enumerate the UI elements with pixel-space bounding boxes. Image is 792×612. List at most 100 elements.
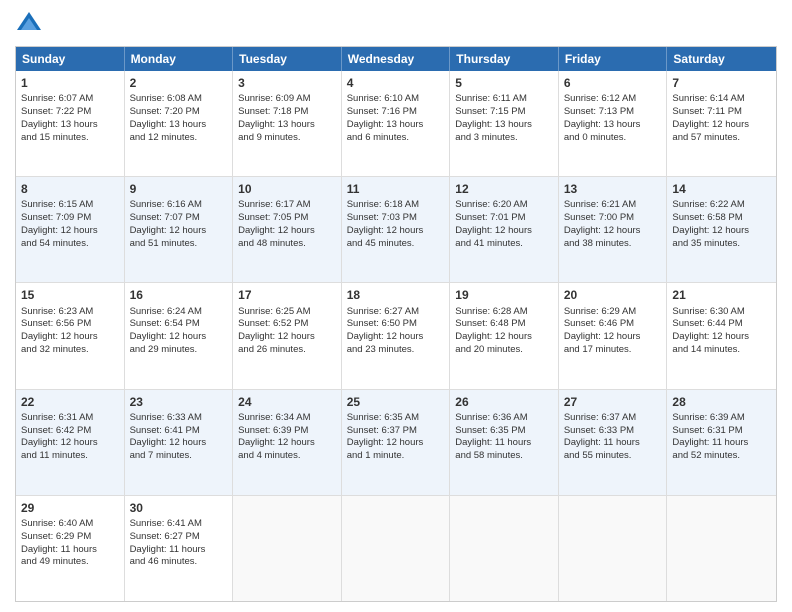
calendar-cell: 19Sunrise: 6:28 AMSunset: 6:48 PMDayligh… — [450, 283, 559, 388]
day-info-line: and 38 minutes. — [564, 238, 662, 251]
day-info-line: Daylight: 12 hours — [238, 225, 336, 238]
day-info-line: Sunset: 6:44 PM — [672, 318, 771, 331]
day-number: 13 — [564, 181, 662, 197]
day-info-line: Sunset: 7:13 PM — [564, 106, 662, 119]
calendar-cell: 9Sunrise: 6:16 AMSunset: 7:07 PMDaylight… — [125, 177, 234, 282]
day-info-line: Sunset: 7:03 PM — [347, 212, 445, 225]
day-number: 21 — [672, 287, 771, 303]
day-info-line: Daylight: 12 hours — [21, 331, 119, 344]
calendar: SundayMondayTuesdayWednesdayThursdayFrid… — [15, 46, 777, 602]
calendar-cell: 17Sunrise: 6:25 AMSunset: 6:52 PMDayligh… — [233, 283, 342, 388]
day-number: 26 — [455, 394, 553, 410]
day-info-line: and 26 minutes. — [238, 344, 336, 357]
day-info-line: and 1 minute. — [347, 450, 445, 463]
day-number: 12 — [455, 181, 553, 197]
day-info-line: Daylight: 12 hours — [21, 225, 119, 238]
calendar-row: 15Sunrise: 6:23 AMSunset: 6:56 PMDayligh… — [16, 283, 776, 389]
day-info-line: and 4 minutes. — [238, 450, 336, 463]
calendar-cell: 16Sunrise: 6:24 AMSunset: 6:54 PMDayligh… — [125, 283, 234, 388]
calendar-cell: 13Sunrise: 6:21 AMSunset: 7:00 PMDayligh… — [559, 177, 668, 282]
calendar-row: 22Sunrise: 6:31 AMSunset: 6:42 PMDayligh… — [16, 390, 776, 496]
day-info-line: Sunset: 6:56 PM — [21, 318, 119, 331]
calendar-cell-empty — [559, 496, 668, 601]
day-info-line: Sunrise: 6:16 AM — [130, 199, 228, 212]
day-info-line: and 35 minutes. — [672, 238, 771, 251]
day-number: 17 — [238, 287, 336, 303]
day-info-line: and 12 minutes. — [130, 132, 228, 145]
page: SundayMondayTuesdayWednesdayThursdayFrid… — [0, 0, 792, 612]
calendar-cell: 18Sunrise: 6:27 AMSunset: 6:50 PMDayligh… — [342, 283, 451, 388]
day-info-line: and 55 minutes. — [564, 450, 662, 463]
calendar-cell: 14Sunrise: 6:22 AMSunset: 6:58 PMDayligh… — [667, 177, 776, 282]
day-info-line: and 15 minutes. — [21, 132, 119, 145]
day-info-line: and 20 minutes. — [455, 344, 553, 357]
calendar-cell: 3Sunrise: 6:09 AMSunset: 7:18 PMDaylight… — [233, 71, 342, 176]
calendar-cell: 26Sunrise: 6:36 AMSunset: 6:35 PMDayligh… — [450, 390, 559, 495]
calendar-cell-empty — [233, 496, 342, 601]
calendar-row: 29Sunrise: 6:40 AMSunset: 6:29 PMDayligh… — [16, 496, 776, 601]
day-number: 14 — [672, 181, 771, 197]
day-info-line: Daylight: 12 hours — [347, 331, 445, 344]
day-info-line: Sunset: 7:20 PM — [130, 106, 228, 119]
day-info-line: Sunset: 6:39 PM — [238, 425, 336, 438]
day-info-line: Sunrise: 6:29 AM — [564, 306, 662, 319]
day-info-line: Sunrise: 6:17 AM — [238, 199, 336, 212]
day-info-line: Sunrise: 6:14 AM — [672, 93, 771, 106]
calendar-cell: 30Sunrise: 6:41 AMSunset: 6:27 PMDayligh… — [125, 496, 234, 601]
day-info-line: Daylight: 12 hours — [455, 331, 553, 344]
day-info-line: Sunset: 7:18 PM — [238, 106, 336, 119]
calendar-cell: 5Sunrise: 6:11 AMSunset: 7:15 PMDaylight… — [450, 71, 559, 176]
day-info-line: Sunset: 7:09 PM — [21, 212, 119, 225]
day-info-line: and 6 minutes. — [347, 132, 445, 145]
day-info-line: Daylight: 12 hours — [238, 331, 336, 344]
day-info-line: Daylight: 12 hours — [455, 225, 553, 238]
calendar-cell: 1Sunrise: 6:07 AMSunset: 7:22 PMDaylight… — [16, 71, 125, 176]
day-info-line: Sunrise: 6:09 AM — [238, 93, 336, 106]
day-number: 23 — [130, 394, 228, 410]
calendar-cell: 8Sunrise: 6:15 AMSunset: 7:09 PMDaylight… — [16, 177, 125, 282]
day-info-line: Sunrise: 6:07 AM — [21, 93, 119, 106]
day-info-line: and 45 minutes. — [347, 238, 445, 251]
day-info-line: Daylight: 13 hours — [238, 119, 336, 132]
day-info-line: Sunrise: 6:21 AM — [564, 199, 662, 212]
day-info-line: Daylight: 12 hours — [130, 437, 228, 450]
day-number: 29 — [21, 500, 119, 516]
calendar-row: 1Sunrise: 6:07 AMSunset: 7:22 PMDaylight… — [16, 71, 776, 177]
day-number: 4 — [347, 75, 445, 91]
day-info-line: Daylight: 12 hours — [238, 437, 336, 450]
day-info-line: Sunrise: 6:22 AM — [672, 199, 771, 212]
calendar-header-cell: Friday — [559, 47, 668, 71]
day-info-line: Sunset: 6:41 PM — [130, 425, 228, 438]
day-info-line: Sunset: 7:07 PM — [130, 212, 228, 225]
day-info-line: Sunset: 6:33 PM — [564, 425, 662, 438]
logo-icon — [15, 10, 43, 38]
day-info-line: and 58 minutes. — [455, 450, 553, 463]
day-number: 11 — [347, 181, 445, 197]
day-info-line: Daylight: 12 hours — [672, 119, 771, 132]
calendar-cell: 29Sunrise: 6:40 AMSunset: 6:29 PMDayligh… — [16, 496, 125, 601]
day-info-line: and 29 minutes. — [130, 344, 228, 357]
day-info-line: Sunset: 7:11 PM — [672, 106, 771, 119]
day-info-line: Daylight: 12 hours — [21, 437, 119, 450]
calendar-header-cell: Wednesday — [342, 47, 451, 71]
day-info-line: Daylight: 12 hours — [564, 225, 662, 238]
day-info-line: and 7 minutes. — [130, 450, 228, 463]
day-info-line: Sunset: 6:29 PM — [21, 531, 119, 544]
day-info-line: and 17 minutes. — [564, 344, 662, 357]
day-info-line: and 57 minutes. — [672, 132, 771, 145]
day-info-line: Daylight: 12 hours — [672, 225, 771, 238]
day-info-line: and 41 minutes. — [455, 238, 553, 251]
calendar-cell: 2Sunrise: 6:08 AMSunset: 7:20 PMDaylight… — [125, 71, 234, 176]
day-info-line: Daylight: 11 hours — [21, 544, 119, 557]
calendar-cell: 11 Sunrise: 6:18 AMSunset: 7:03 PMDayligh… — [342, 177, 451, 282]
day-info-line: Sunrise: 6:18 AM — [347, 199, 445, 212]
day-info-line: Sunrise: 6:28 AM — [455, 306, 553, 319]
calendar-cell: 10Sunrise: 6:17 AMSunset: 7:05 PMDayligh… — [233, 177, 342, 282]
day-info-line: Daylight: 12 hours — [347, 225, 445, 238]
calendar-cell: 25Sunrise: 6:35 AMSunset: 6:37 PMDayligh… — [342, 390, 451, 495]
day-number: 10 — [238, 181, 336, 197]
calendar-header-cell: Tuesday — [233, 47, 342, 71]
day-info-line: Daylight: 13 hours — [347, 119, 445, 132]
day-number: 25 — [347, 394, 445, 410]
day-info-line: and 48 minutes. — [238, 238, 336, 251]
